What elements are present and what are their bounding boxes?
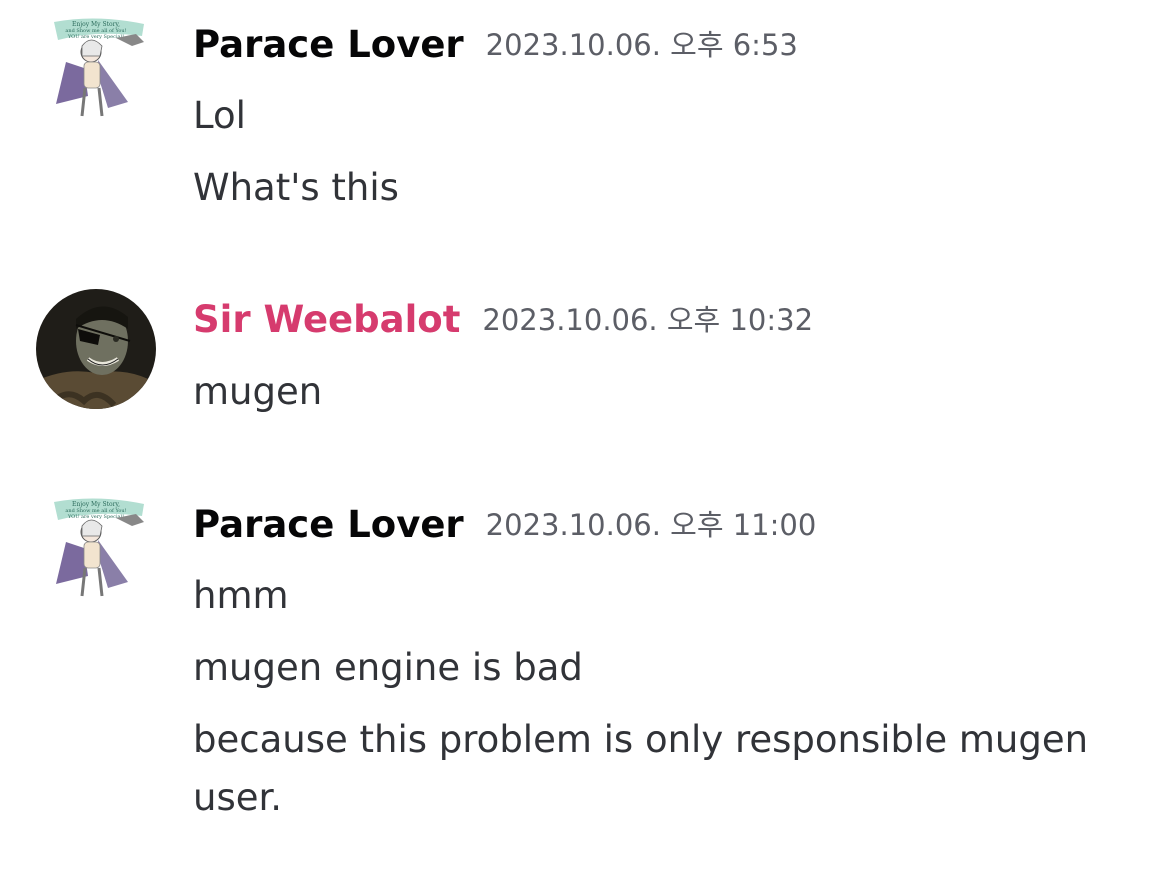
message-timestamp: 2023.10.06. 오후 11:00: [485, 508, 817, 542]
message-timestamp: 2023.10.06. 오후 10:32: [482, 303, 814, 337]
message-author[interactable]: Parace Lover 2023.10.06. 오후 6:53: [193, 21, 798, 69]
message-text: hmm: [193, 574, 289, 617]
message-author[interactable]: Sir Weebalot 2023.10.06. 오후 10:32: [193, 296, 813, 344]
message-text: mugen engine is bad: [193, 646, 583, 689]
message-text: mugen: [193, 370, 323, 413]
message-timestamp: 2023.10.06. 오후 6:53: [485, 28, 798, 62]
anime-character-avatar-icon: Enjoy My Story, and Show me all of You! …: [54, 18, 144, 117]
avatar[interactable]: [36, 289, 156, 409]
svg-text:Enjoy My Story,: Enjoy My Story,: [72, 501, 120, 508]
avatar[interactable]: Enjoy My Story, and Show me all of You! …: [36, 492, 156, 612]
svg-text:Enjoy My Story,: Enjoy My Story,: [72, 21, 120, 28]
anime-character-avatar-icon: Enjoy My Story, and Show me all of You! …: [54, 498, 144, 597]
svg-text:YOU are very Special!: YOU are very Special!: [67, 514, 124, 520]
message-text: because this problem is only responsible…: [193, 718, 1089, 819]
message-author[interactable]: Parace Lover 2023.10.06. 오후 11:00: [193, 501, 816, 549]
avatar[interactable]: Enjoy My Story, and Show me all of You! …: [36, 12, 156, 132]
eyepatch-man-avatar-icon: [36, 289, 156, 409]
message-text: Lol: [193, 94, 246, 137]
message-text: What's this: [193, 166, 399, 209]
svg-text:YOU are very Special!: YOU are very Special!: [67, 34, 124, 40]
